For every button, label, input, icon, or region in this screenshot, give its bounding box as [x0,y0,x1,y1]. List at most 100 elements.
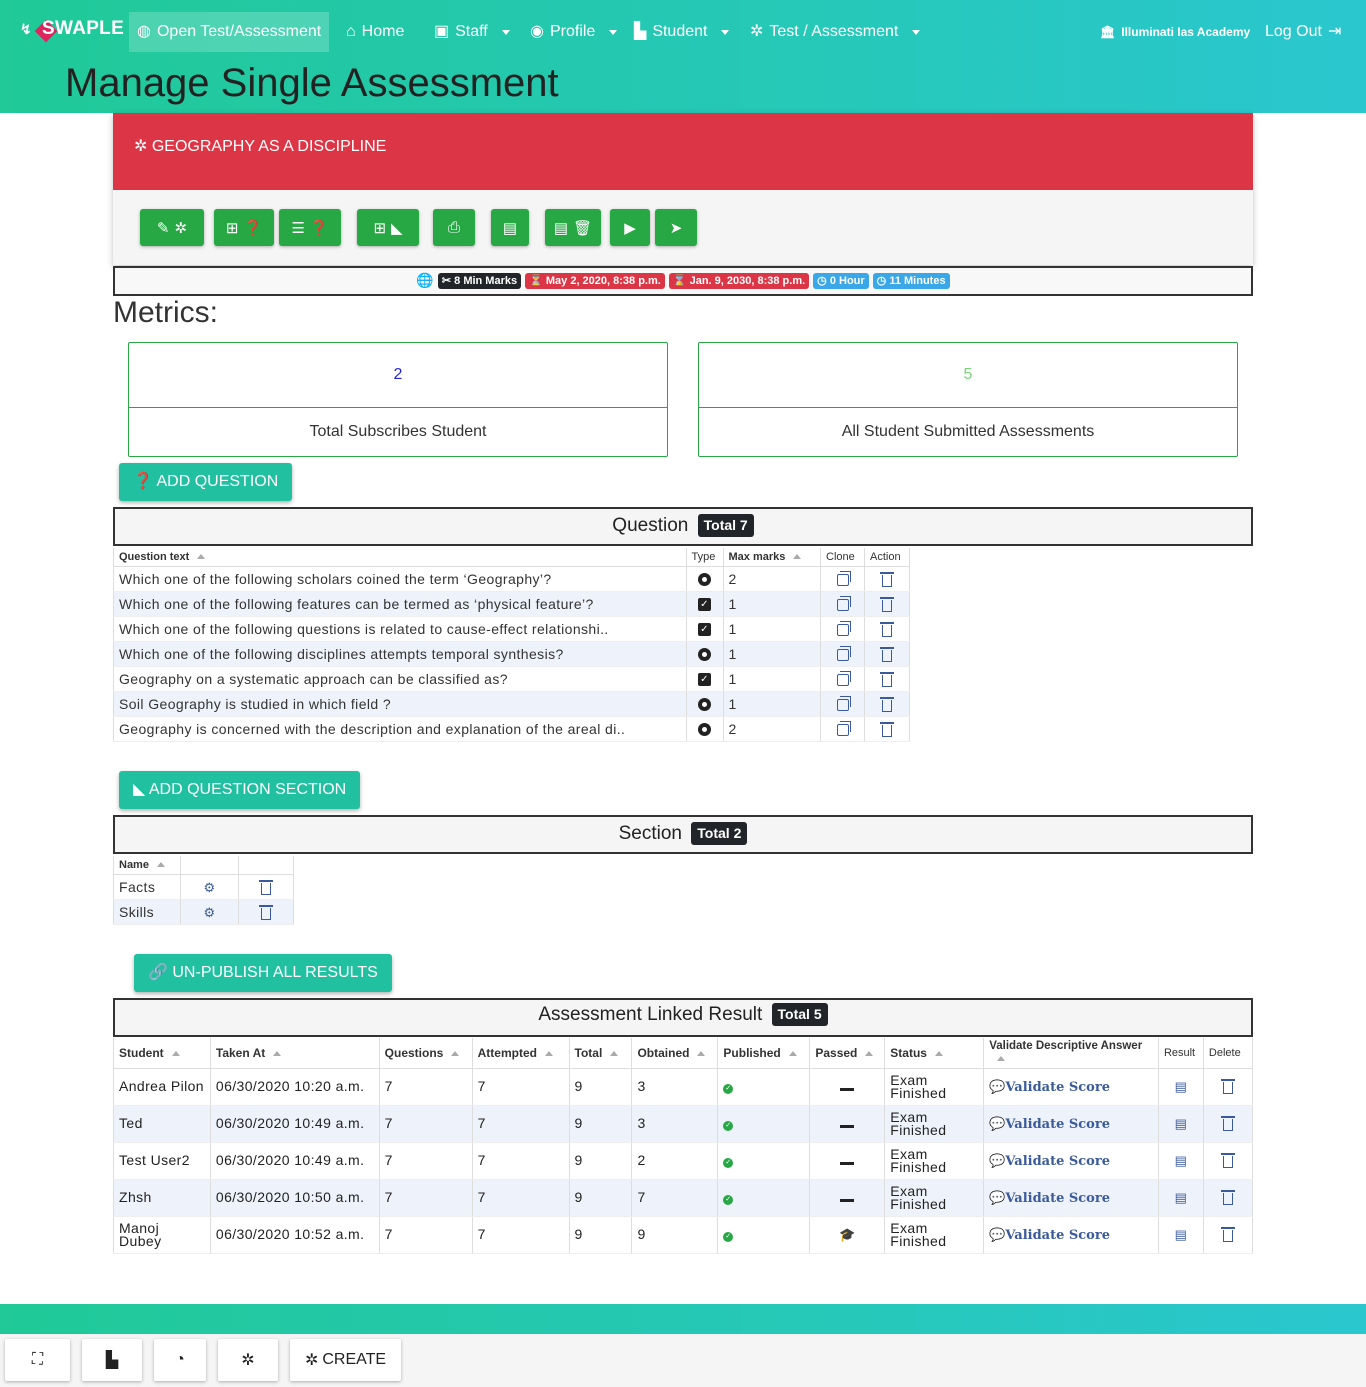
nav-test[interactable]: ✲ Test / Assessment [742,12,928,52]
validate-score-link[interactable]: 💬Validate Score [983,1179,1159,1217]
question-text[interactable]: Geography on a systematic approach can b… [113,666,687,692]
col-action: Action [863,548,911,567]
clone-icon[interactable] [836,595,851,611]
section-name[interactable]: Skills [113,899,181,925]
print-icon: ⎙ [447,219,460,236]
hours-value: 0 Hour [829,275,865,287]
nav-student[interactable]: ▙ Student [626,12,737,52]
check-circle-icon[interactable]: ✓ [723,1084,734,1094]
nav-logout[interactable]: Log Out ⇥ [1257,12,1349,52]
nav-home[interactable]: ⌂ Home [338,12,412,52]
trash-icon[interactable] [1220,1116,1235,1131]
trash-icon[interactable] [879,721,894,737]
col-question-text[interactable]: Question text [113,548,687,567]
trash-icon[interactable] [259,904,274,920]
footer-test-button[interactable]: ✲ [218,1339,278,1381]
file-icon[interactable]: ▤ [1174,1190,1188,1205]
unpublish-all-results-button[interactable]: 🔗 UN-PUBLISH ALL RESULTS [134,954,392,992]
trash-icon[interactable] [1220,1153,1235,1168]
edit-assessment-button[interactable]: ✎ ✲ [140,209,204,246]
trash-icon[interactable] [879,696,894,712]
clone-icon[interactable] [836,620,851,636]
section-name[interactable]: Facts [113,874,181,900]
footer-dashboard-button[interactable]: ◔ [154,1339,206,1381]
clone-icon[interactable] [836,645,851,661]
validate-score-link[interactable]: 💬Validate Score [983,1068,1159,1106]
check-circle-icon[interactable]: ✓ [723,1121,734,1131]
col-max-marks[interactable]: Max marks [722,548,822,567]
check-circle-icon[interactable]: ✓ [723,1195,734,1205]
question-circle-icon: ❓ [243,219,263,237]
start-date-value: May 2, 2020, 8:38 p.m. [545,275,661,287]
file-icon[interactable]: ▤ [1174,1116,1188,1131]
validate-score-link[interactable]: 💬Validate Score [983,1216,1159,1254]
list-questions-button[interactable]: ☰ ❓ [279,209,341,246]
nav-profile[interactable]: ◉ Profile [522,12,625,52]
trash-icon[interactable] [1220,1079,1235,1094]
footer-teacher-button[interactable]: ⛶ [5,1339,70,1381]
col-section-name[interactable]: Name [113,856,181,875]
col-published[interactable]: Published [717,1038,811,1069]
top-navbar: ↯ SWAPLE ◍ Open Test/Assessment ⌂ Home ▣ Sta… [0,0,1366,64]
start-date-badge: ⏳ May 2, 2020, 8:38 p.m. [525,273,665,289]
footer-student-button[interactable]: ▙ [82,1339,142,1381]
col-total[interactable]: Total [568,1038,633,1069]
send-button[interactable]: ➤ [655,209,697,246]
question-text[interactable]: Which one of the following scholars coin… [113,566,687,592]
check-circle-icon[interactable]: ✓ [723,1158,734,1168]
nav-staff[interactable]: ▣ Staff [426,12,518,52]
col-passed[interactable]: Passed [809,1038,886,1069]
check-circle-icon[interactable]: ✓ [723,1232,734,1242]
col-taken-at[interactable]: Taken At [209,1038,380,1069]
validate-score-link[interactable]: 💬Validate Score [983,1142,1159,1180]
col-questions[interactable]: Questions [378,1038,473,1069]
sort-icon [788,1051,797,1057]
cogs-icon[interactable]: ⚙ [203,905,217,920]
nav-open-test[interactable]: ◍ Open Test/Assessment [129,12,330,52]
cogs-icon[interactable]: ⚙ [203,880,217,895]
question-text[interactable]: Soil Geography is studied in which field… [113,691,687,717]
add-question-tool-button[interactable]: ⊞ ❓ [214,209,274,246]
col-student[interactable]: Student [113,1038,211,1069]
minutes-badge: ◷ 11 Minutes [872,273,950,289]
clone-icon[interactable] [836,695,851,711]
user-circle-icon: ◉ [530,23,544,40]
col-validate[interactable]: Validate Descriptive Answer [983,1038,1159,1069]
footer-band [0,1304,1366,1334]
col-status[interactable]: Status [884,1038,985,1069]
question-text[interactable]: Which one of the following disciplines a… [113,641,687,667]
question-text[interactable]: Which one of the following questions is … [113,616,687,642]
trash-icon[interactable] [259,879,274,895]
add-section-tool-button[interactable]: ⊞ ◣ [357,209,419,246]
question-text[interactable]: Geography is concerned with the descript… [113,716,687,742]
col-clone: Clone [820,548,865,567]
clone-icon[interactable] [836,670,851,686]
trash-icon[interactable] [1220,1227,1235,1242]
add-question-button[interactable]: ❓ ADD QUESTION [119,463,293,501]
file-icon[interactable]: ▤ [1174,1153,1188,1168]
trash-icon[interactable] [879,621,894,637]
nav-academy[interactable]: 🏛 Illuminati Ias Academy [1092,12,1258,52]
trash-icon[interactable] [879,646,894,662]
result-student: Test User2 [113,1142,211,1180]
file-icon[interactable]: ▤ [1174,1079,1188,1094]
validate-score-link[interactable]: 💬Validate Score [983,1105,1159,1143]
col-obtained[interactable]: Obtained [631,1038,719,1069]
brand-logo[interactable]: ↯ SWAPLE [20,18,124,43]
footer-create-button[interactable]: ✲ CREATE [290,1339,401,1381]
print-button[interactable]: ⎙ [433,209,475,246]
col-attempted[interactable]: Attempted [471,1038,570,1069]
clone-icon[interactable] [836,720,851,736]
add-question-section-button[interactable]: ◣ ADD QUESTION SECTION [119,771,361,809]
file-icon[interactable]: ▤ [1174,1227,1188,1242]
trash-icon[interactable] [1220,1190,1235,1205]
question-row: Which one of the following features can … [113,591,911,617]
delete-results-button[interactable]: ▤ 🗑 [545,209,601,246]
trash-icon[interactable] [879,596,894,612]
question-text[interactable]: Which one of the following features can … [113,591,687,617]
play-button[interactable]: ▶ [610,209,650,246]
trash-icon[interactable] [879,671,894,687]
trash-icon[interactable] [879,571,894,587]
pdf-button[interactable]: ▤ [491,209,529,246]
clone-icon[interactable] [836,570,851,586]
